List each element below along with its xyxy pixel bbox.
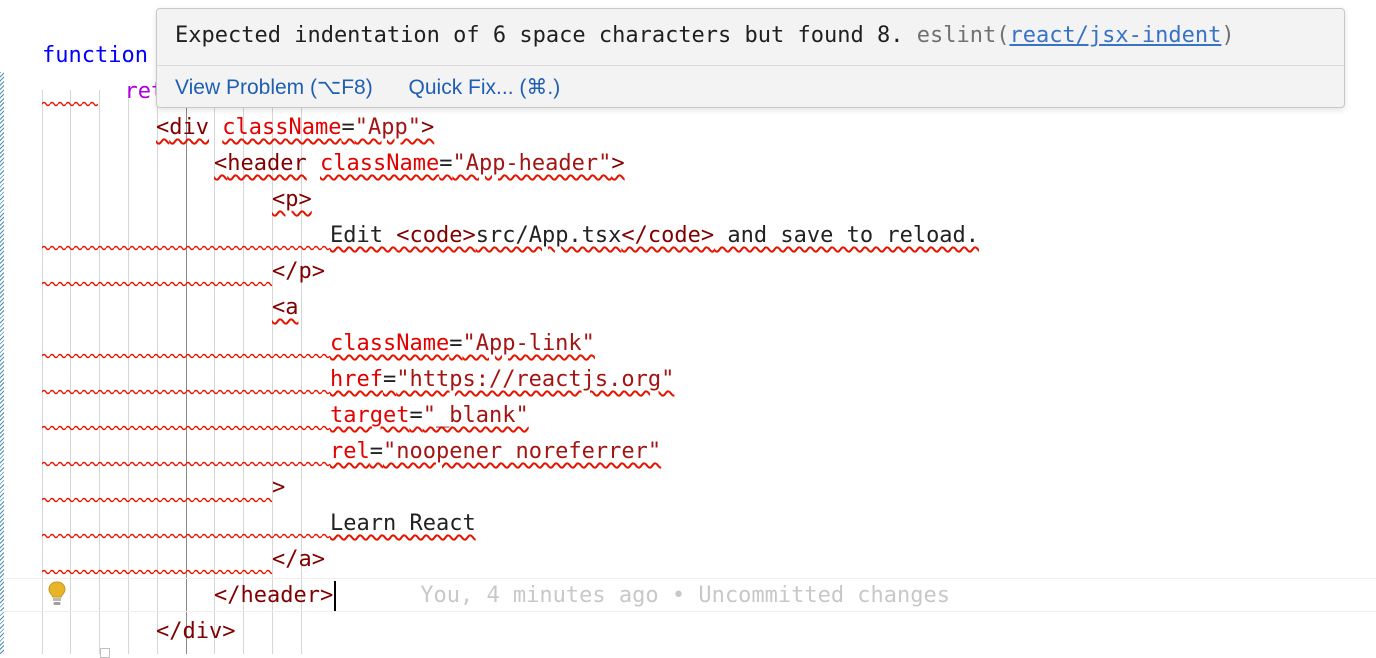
modified-lines-gutter <box>0 72 4 654</box>
code-token: "App-header" <box>452 151 612 176</box>
code-token: = <box>449 331 463 356</box>
problem-source-suffix: ) <box>1221 23 1235 48</box>
code-token: "noopener noreferrer" <box>383 439 662 464</box>
code-token: className <box>319 151 440 176</box>
code-line[interactable]: className="App-link" <box>42 326 595 362</box>
problem-message: Expected indentation of 6 space characte… <box>175 19 1235 53</box>
code-token: <p> <box>272 187 312 212</box>
view-problem-button[interactable]: View Problem (⌥F8) <box>175 76 373 99</box>
code-token: className <box>222 115 342 140</box>
code-token: and save to reload. <box>714 223 980 248</box>
lint-squiggle <box>42 542 272 578</box>
code-token: </code> <box>621 223 715 248</box>
lint-squiggle <box>42 398 330 434</box>
code-line[interactable]: <p> <box>42 182 312 218</box>
fold-icon[interactable] <box>100 648 110 658</box>
lightbulb-icon[interactable] <box>47 580 67 608</box>
quick-fix-button[interactable]: Quick Fix... (⌘.) <box>409 76 561 99</box>
rule-link[interactable]: react/jsx-indent <box>1009 23 1221 48</box>
code-token: < <box>156 115 170 140</box>
code-line[interactable]: target="_blank" <box>42 398 529 434</box>
lint-squiggle <box>42 254 272 290</box>
text-cursor <box>334 581 337 611</box>
code-line[interactable]: Edit <code>src/App.tsx</code> and save t… <box>42 218 979 254</box>
code-token: > <box>611 151 625 176</box>
code-token: = <box>409 403 423 428</box>
code-line[interactable]: </a> <box>42 542 325 578</box>
lint-squiggle <box>42 218 330 254</box>
code-token: "App" <box>354 115 421 140</box>
code-line[interactable]: rel="noopener noreferrer" <box>42 434 661 470</box>
code-token: "https://reactjs.org" <box>396 367 675 392</box>
code-line[interactable]: > <box>42 470 285 506</box>
code-token: </header> <box>214 583 334 608</box>
code-token: < <box>214 151 228 176</box>
hover-divider <box>157 65 1344 66</box>
code-token: "App-link" <box>462 331 595 356</box>
problem-hover-widget: Expected indentation of 6 space characte… <box>156 8 1345 108</box>
problem-message-text: Expected indentation of 6 space characte… <box>175 23 904 48</box>
git-blame-annotation: You, 4 minutes ago • Uncommitted changes <box>420 583 951 608</box>
code-token: src/App.tsx <box>475 223 622 248</box>
lint-squiggle <box>42 434 330 470</box>
code-token: </a> <box>272 547 325 572</box>
code-token: href <box>330 367 383 392</box>
hover-actions: View Problem (⌥F8) Quick Fix... (⌘.) <box>175 71 590 105</box>
code-token: </div> <box>156 619 236 644</box>
code-token: Learn React <box>330 511 476 536</box>
code-token: target <box>330 403 410 428</box>
code-token: = <box>341 115 355 140</box>
code-token: = <box>382 367 397 392</box>
lint-squiggle <box>42 326 330 362</box>
lint-squiggle <box>42 74 98 110</box>
problem-source-prefix: eslint( <box>916 23 1010 48</box>
lint-squiggle <box>42 362 330 398</box>
code-token: <a <box>272 295 299 320</box>
code-token: </p> <box>272 259 325 284</box>
code-line[interactable]: function <box>42 38 148 74</box>
code-line[interactable]: <a <box>42 290 299 326</box>
code-token: "_blank" <box>422 403 529 428</box>
code-line[interactable]: <header className="App-header"> <box>42 146 625 182</box>
code-token: rel <box>330 439 370 464</box>
lint-squiggle <box>42 506 330 542</box>
code-line[interactable]: Learn React <box>42 506 476 542</box>
lint-squiggle <box>42 470 272 506</box>
code-token: = <box>369 439 383 464</box>
code-token: header <box>227 151 307 176</box>
code-token: Edit <box>330 223 397 248</box>
code-token: div <box>169 115 209 140</box>
code-token: function <box>42 43 148 68</box>
code-line[interactable]: </div> <box>42 614 235 650</box>
code-line[interactable]: <div className="App"> <box>42 110 434 146</box>
code-line[interactable]: href="https://reactjs.org" <box>42 362 674 398</box>
code-token: = <box>439 151 453 176</box>
code-token: <code> <box>396 223 476 248</box>
code-line[interactable]: </p> <box>42 254 325 290</box>
code-token: > <box>420 115 435 140</box>
code-token: className <box>330 331 450 356</box>
code-token: > <box>272 475 286 500</box>
code-line[interactable]: </header> You, 4 minutes ago • Uncommitte… <box>42 578 950 614</box>
